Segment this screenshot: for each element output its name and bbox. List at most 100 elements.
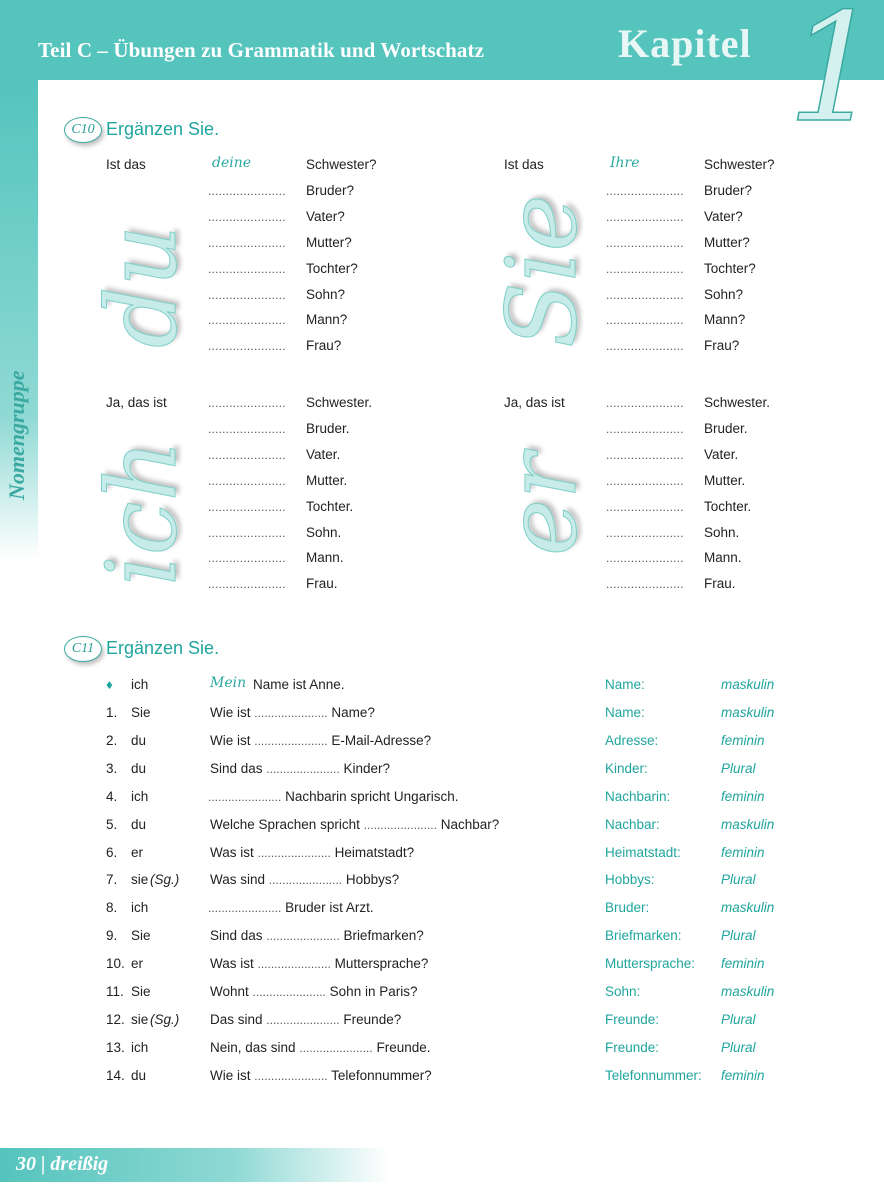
sentence-end: Name?	[331, 705, 375, 720]
row-number: 6.	[106, 844, 118, 860]
answer-blank: ......................	[208, 421, 286, 436]
exercise-title-c10: Ergänzen Sie.	[106, 119, 220, 139]
block-lead: Ja, das ist	[504, 395, 565, 410]
answer-blank: ......................	[257, 957, 331, 972]
answer-blank: ......................	[208, 209, 286, 224]
row-pronoun: ich	[131, 788, 149, 804]
answer-blank: ......................	[208, 525, 286, 540]
sentence-start: Nein, das sind	[210, 1039, 296, 1055]
row-pronoun: Sie	[131, 705, 151, 720]
row-sentence: Was ist ...................... Heimatsta…	[210, 845, 414, 860]
chapter-number: 1	[786, 0, 883, 156]
chapter-label: Kapitel	[618, 21, 752, 66]
watermark-sie: Sie	[486, 194, 599, 348]
answer-blank: ......................	[257, 845, 331, 860]
row-pronoun: du	[131, 760, 147, 776]
answer-blank: ......................	[208, 577, 286, 592]
sentence-end: Nachbar?	[440, 816, 500, 832]
noun-cell: Frau?	[704, 338, 740, 354]
watermark-er: er	[486, 453, 599, 557]
row-number: 4.	[106, 788, 118, 804]
noun-cell: Frau.	[704, 576, 736, 592]
answer-blank: ......................	[208, 313, 286, 328]
block-lead: Ist das	[106, 157, 146, 172]
example-gender: maskulin	[721, 677, 775, 692]
answer-blank: ......................	[268, 873, 343, 888]
answer-blank: ......................	[606, 551, 684, 566]
row-number: 3.	[106, 760, 118, 776]
watermark-du: du	[86, 224, 199, 348]
row-gender: Plural	[721, 928, 756, 944]
answer-blank: ......................	[252, 985, 326, 999]
row-pronoun-note: (Sg.)	[150, 1011, 180, 1027]
sentence-start: Sind das	[210, 760, 263, 776]
noun-cell: Sohn?	[306, 286, 346, 302]
row-sentence: Wie ist ...................... Name?	[210, 705, 375, 720]
noun-cell: Schwester.	[306, 395, 373, 410]
row-gender: Plural	[721, 872, 756, 888]
noun-cell: Vater?	[704, 208, 743, 224]
row-gender: Plural	[721, 1039, 756, 1055]
answer-blank: ......................	[266, 929, 340, 944]
row-pronoun: Sie	[131, 928, 151, 944]
row-gender: maskulin	[721, 900, 775, 916]
exercise-title-c11: Ergänzen Sie.	[106, 638, 220, 658]
example-marker: ♦	[106, 677, 113, 692]
row-noun: Nachbarin:	[605, 788, 671, 804]
answer-blank: ......................	[606, 396, 684, 410]
row-sentence: Welche Sprachen spricht ................…	[210, 817, 499, 832]
noun-cell: Mann?	[306, 312, 348, 328]
answer-blank: ......................	[606, 525, 684, 540]
noun-cell: Vater.	[306, 446, 341, 462]
row-number: 8.	[106, 900, 118, 916]
row-sentence: Wohnt ...................... Sohn in Par…	[210, 984, 417, 999]
block-lead: Ist das	[504, 157, 544, 172]
row-gender: feminin	[721, 788, 765, 804]
sentence-end: Telefonnummer?	[331, 1067, 432, 1083]
row-number: 1.	[106, 705, 118, 720]
sentence-start: Das sind	[210, 1011, 263, 1027]
answer-blank: ......................	[606, 421, 684, 436]
answer-blank: ......................	[208, 551, 286, 566]
row-sentence: ...................... Nachbarin spricht…	[208, 789, 458, 804]
sentence-start: Was ist	[210, 956, 254, 972]
answer-blank: ......................	[208, 261, 286, 276]
noun-cell: Mutter.	[704, 472, 746, 488]
row-noun: Heimatstadt:	[605, 844, 681, 860]
row-pronoun: du	[131, 816, 147, 832]
row-noun: Kinder:	[605, 760, 648, 776]
row-number: 9.	[106, 928, 118, 944]
row-sentence: Sind das ...................... Briefmar…	[210, 928, 424, 943]
example-answer: deine	[212, 155, 252, 171]
row-gender: maskulin	[721, 984, 775, 999]
row-noun: Sohn:	[605, 984, 641, 999]
sentence-end: Briefmarken?	[343, 928, 424, 944]
row-number: 11.	[106, 984, 124, 999]
noun-cell: Mutter.	[306, 472, 348, 488]
row-gender: feminin	[721, 844, 765, 860]
noun-cell: Mann.	[704, 550, 742, 566]
example-answer: Mein	[210, 675, 247, 691]
row-noun: Bruder:	[605, 900, 650, 916]
row-number: 5.	[106, 816, 118, 832]
noun-cell: Vater?	[306, 208, 345, 224]
example-noun: Name:	[605, 677, 645, 692]
answer-blank: ......................	[606, 473, 684, 488]
answer-blank: ......................	[606, 339, 684, 354]
row-pronoun: Sie	[131, 984, 151, 999]
row-gender: feminin	[721, 1067, 765, 1083]
exercise-badge-c10: C10	[64, 117, 102, 143]
row-noun: Telefonnummer:	[605, 1067, 702, 1083]
page-number: 30 | dreißig	[16, 1153, 109, 1175]
row-noun: Hobbys:	[605, 872, 655, 888]
answer-blank: ......................	[208, 789, 282, 804]
row-sentence: ...................... Bruder ist Arzt.	[208, 900, 374, 915]
answer-blank: ......................	[606, 183, 684, 198]
sentence-end: Freunde?	[343, 1011, 402, 1027]
row-noun: Briefmarken:	[605, 928, 682, 944]
answer-blank: ......................	[606, 209, 684, 224]
sentence-end: Heimatstadt?	[334, 844, 415, 860]
answer-blank: ......................	[606, 261, 684, 276]
exercise-badge-c11: C11	[64, 636, 102, 662]
row-noun: Muttersprache:	[605, 956, 696, 972]
